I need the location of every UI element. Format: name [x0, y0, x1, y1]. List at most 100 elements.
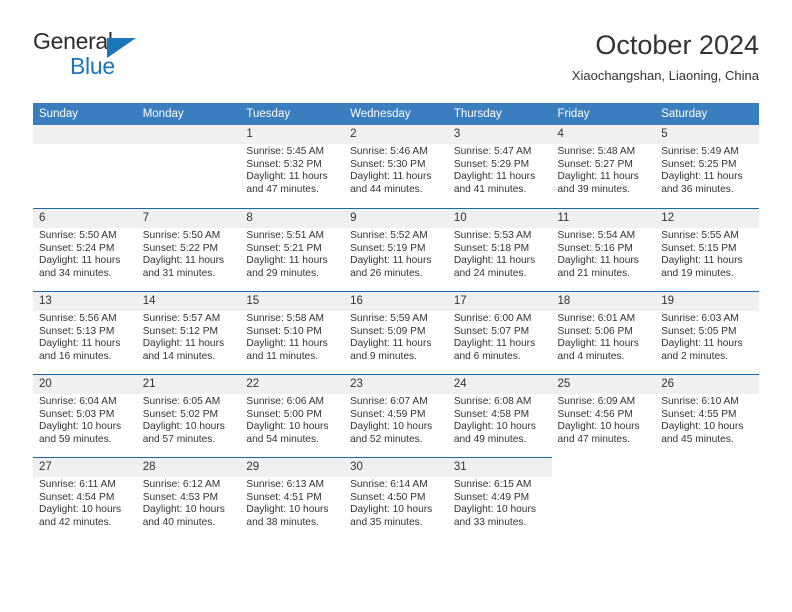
calendar-cell[interactable]: 15 Sunrise: 5:58 AM Sunset: 5:10 PM Dayligh… — [240, 291, 345, 374]
sunset-time: Sunset: 5:32 PM — [246, 158, 322, 170]
calendar-week-row: 6 Sunrise: 5:50 AM Sunset: 5:24 PM Daylight… — [33, 208, 759, 291]
day-details: Sunrise: 6:01 AM Sunset: 5:06 PM Daylight:… — [552, 311, 656, 363]
day-cell: 1 Sunrise: 5:45 AM Sunset: 5:32 PM Daylight… — [240, 125, 345, 208]
daylight-duration-line1: Daylight: 10 hours — [246, 421, 329, 433]
calendar-cell[interactable]: 13 Sunrise: 5:56 AM Sunset: 5:13 PM Dayligh… — [33, 291, 137, 374]
day-details: Sunrise: 5:48 AM Sunset: 5:27 PM Daylight:… — [552, 144, 656, 196]
day-details: Sunrise: 6:00 AM Sunset: 5:07 PM Daylight:… — [448, 311, 552, 363]
sunset-time: Sunset: 5:12 PM — [142, 325, 219, 337]
day-cell: 22 Sunrise: 6:06 AM Sunset: 5:00 PM Dayligh… — [240, 374, 345, 457]
day-cell: 21 Sunrise: 6:05 AM Sunset: 5:02 PM Dayligh… — [136, 374, 241, 457]
calendar-cell[interactable]: 22 Sunrise: 6:06 AM Sunset: 5:00 PM Dayligh… — [240, 374, 345, 457]
sunrise-time: Sunrise: 6:07 AM — [350, 396, 428, 407]
calendar-cell[interactable]: 19 Sunrise: 6:03 AM Sunset: 5:05 PM Dayligh… — [655, 291, 759, 374]
calendar-cell[interactable]: 31 Sunrise: 6:15 AM Sunset: 4:49 PM Dayligh… — [447, 457, 552, 540]
daylight-duration-line1: Daylight: 11 hours — [246, 338, 328, 350]
sunset-time: Sunset: 4:58 PM — [453, 408, 530, 420]
day-details: Sunrise: 6:15 AM Sunset: 4:49 PM Daylight:… — [448, 477, 552, 529]
sunrise-time: Sunrise: 6:01 AM — [557, 313, 636, 324]
calendar-cell[interactable]: 26 Sunrise: 6:10 AM Sunset: 4:55 PM Dayligh… — [655, 374, 759, 457]
calendar-cell[interactable]: 9 Sunrise: 5:52 AM Sunset: 5:19 PM Daylight… — [344, 208, 448, 291]
sunset-time: Sunset: 5:02 PM — [142, 408, 219, 420]
daylight-duration-line2: and 47 minutes. — [557, 433, 631, 445]
weekday-header-friday: Friday — [551, 103, 656, 125]
day-details: Sunrise: 6:12 AM Sunset: 4:53 PM Daylight:… — [137, 477, 241, 529]
day-number: 15 — [240, 292, 345, 311]
calendar-cell[interactable]: 4 Sunrise: 5:48 AM Sunset: 5:27 PM Daylight… — [551, 125, 656, 208]
calendar-cell[interactable]: 21 Sunrise: 6:05 AM Sunset: 5:02 PM Dayligh… — [136, 374, 241, 457]
calendar-cell[interactable]: 10 Sunrise: 5:53 AM Sunset: 5:18 PM Dayligh… — [447, 208, 552, 291]
calendar-cell[interactable]: 6 Sunrise: 5:50 AM Sunset: 5:24 PM Daylight… — [33, 208, 137, 291]
day-number: 25 — [551, 375, 656, 394]
daylight-duration-line1: Daylight: 10 hours — [246, 504, 329, 516]
calendar-cell[interactable]: 14 Sunrise: 5:57 AM Sunset: 5:12 PM Dayligh… — [136, 291, 241, 374]
calendar-cell[interactable]: 12 Sunrise: 5:55 AM Sunset: 5:15 PM Dayligh… — [655, 208, 759, 291]
calendar-cell[interactable]: 8 Sunrise: 5:51 AM Sunset: 5:21 PM Daylight… — [240, 208, 345, 291]
sunrise-time: Sunrise: 6:10 AM — [661, 396, 739, 407]
sunset-time: Sunset: 5:25 PM — [661, 158, 737, 170]
daylight-duration-line1: Daylight: 10 hours — [661, 421, 744, 433]
sunrise-time: Sunrise: 5:51 AM — [246, 230, 324, 241]
daylight-duration-line1: Daylight: 11 hours — [661, 255, 743, 267]
day-number — [33, 125, 137, 144]
day-number: 2 — [344, 125, 448, 144]
calendar-cell[interactable]: 3 Sunrise: 5:47 AM Sunset: 5:29 PM Daylight… — [447, 125, 552, 208]
calendar-week-row: 13 Sunrise: 5:56 AM Sunset: 5:13 PM Dayligh… — [33, 291, 759, 374]
daylight-duration-line2: and 9 minutes. — [350, 350, 417, 362]
calendar-cell[interactable]: 20 Sunrise: 6:04 AM Sunset: 5:03 PM Dayligh… — [33, 374, 137, 457]
general-blue-logo[interactable]: General Blue — [33, 28, 263, 86]
calendar-cell[interactable]: 27 Sunrise: 6:11 AM Sunset: 4:54 PM Dayligh… — [33, 457, 137, 540]
calendar-cell[interactable]: 7 Sunrise: 5:50 AM Sunset: 5:22 PM Daylight… — [136, 208, 241, 291]
calendar-cell[interactable]: 24 Sunrise: 6:08 AM Sunset: 4:58 PM Dayligh… — [447, 374, 552, 457]
day-number — [655, 457, 759, 476]
sunset-time: Sunset: 4:55 PM — [661, 408, 737, 420]
sunrise-time: Sunrise: 5:45 AM — [246, 146, 324, 157]
daylight-duration-line1: Daylight: 10 hours — [350, 504, 433, 516]
calendar-cell — [551, 457, 656, 540]
calendar-cell[interactable]: 28 Sunrise: 6:12 AM Sunset: 4:53 PM Dayligh… — [136, 457, 241, 540]
day-details: Sunrise: 5:54 AM Sunset: 5:16 PM Daylight:… — [552, 228, 656, 280]
calendar-cell[interactable]: 2 Sunrise: 5:46 AM Sunset: 5:30 PM Daylight… — [344, 125, 448, 208]
day-cell: 9 Sunrise: 5:52 AM Sunset: 5:19 PM Daylight… — [344, 208, 448, 291]
calendar-cell[interactable]: 29 Sunrise: 6:13 AM Sunset: 4:51 PM Dayligh… — [240, 457, 345, 540]
calendar-cell[interactable]: 23 Sunrise: 6:07 AM Sunset: 4:59 PM Dayligh… — [344, 374, 448, 457]
calendar-cell[interactable]: 11 Sunrise: 5:54 AM Sunset: 5:16 PM Dayligh… — [551, 208, 656, 291]
sunset-time: Sunset: 4:51 PM — [246, 491, 322, 503]
daylight-duration-line1: Daylight: 10 hours — [350, 421, 433, 433]
sunrise-time: Sunrise: 6:06 AM — [246, 396, 324, 407]
daylight-duration-line1: Daylight: 11 hours — [39, 338, 121, 350]
calendar-cell[interactable]: 1 Sunrise: 5:45 AM Sunset: 5:32 PM Daylight… — [240, 125, 345, 208]
day-number — [136, 125, 241, 144]
calendar-cell[interactable]: 30 Sunrise: 6:14 AM Sunset: 4:50 PM Dayligh… — [344, 457, 448, 540]
calendar-cell[interactable]: 17 Sunrise: 6:00 AM Sunset: 5:07 PM Dayligh… — [447, 291, 552, 374]
day-number — [552, 457, 656, 476]
sunset-time: Sunset: 5:13 PM — [39, 325, 115, 337]
day-details: Sunrise: 5:53 AM Sunset: 5:18 PM Daylight:… — [448, 228, 552, 280]
calendar-cell[interactable]: 5 Sunrise: 5:49 AM Sunset: 5:25 PM Daylight… — [655, 125, 759, 208]
day-number: 4 — [551, 125, 656, 144]
calendar-cell[interactable]: 18 Sunrise: 6:01 AM Sunset: 5:06 PM Dayligh… — [551, 291, 656, 374]
daylight-duration-line1: Daylight: 11 hours — [142, 255, 225, 267]
day-number: 14 — [136, 292, 241, 311]
sunset-time: Sunset: 5:00 PM — [246, 408, 322, 420]
calendar-cell[interactable]: 25 Sunrise: 6:09 AM Sunset: 4:56 PM Dayligh… — [551, 374, 656, 457]
page-header: General Blue October 2024 Xiaochangshan,… — [33, 28, 759, 96]
sunrise-time: Sunrise: 6:15 AM — [453, 479, 532, 490]
day-cell: 3 Sunrise: 5:47 AM Sunset: 5:29 PM Daylight… — [447, 125, 552, 208]
daylight-duration-line2: and 4 minutes. — [557, 350, 625, 362]
sunset-time: Sunset: 5:30 PM — [350, 158, 426, 170]
daylight-duration-line2: and 34 minutes. — [39, 267, 112, 279]
day-details: Sunrise: 5:45 AM Sunset: 5:32 PM Daylight:… — [240, 144, 344, 196]
sunrise-time: Sunrise: 6:08 AM — [453, 396, 532, 407]
day-cell: 15 Sunrise: 5:58 AM Sunset: 5:10 PM Dayligh… — [240, 291, 345, 374]
daylight-duration-line1: Daylight: 11 hours — [350, 171, 432, 183]
day-number: 24 — [447, 375, 552, 394]
day-cell: 10 Sunrise: 5:53 AM Sunset: 5:18 PM Dayligh… — [447, 208, 552, 291]
calendar-cell[interactable]: 16 Sunrise: 5:59 AM Sunset: 5:09 PM Dayligh… — [344, 291, 448, 374]
day-number: 30 — [344, 458, 448, 477]
calendar-cell — [136, 125, 241, 208]
calendar-week-row: 27 Sunrise: 6:11 AM Sunset: 4:54 PM Dayligh… — [33, 457, 759, 540]
daylight-duration-line2: and 2 minutes. — [661, 350, 729, 362]
day-details: Sunrise: 6:08 AM Sunset: 4:58 PM Daylight:… — [448, 394, 552, 446]
calendar-week-row: 20 Sunrise: 6:04 AM Sunset: 5:03 PM Dayligh… — [33, 374, 759, 457]
